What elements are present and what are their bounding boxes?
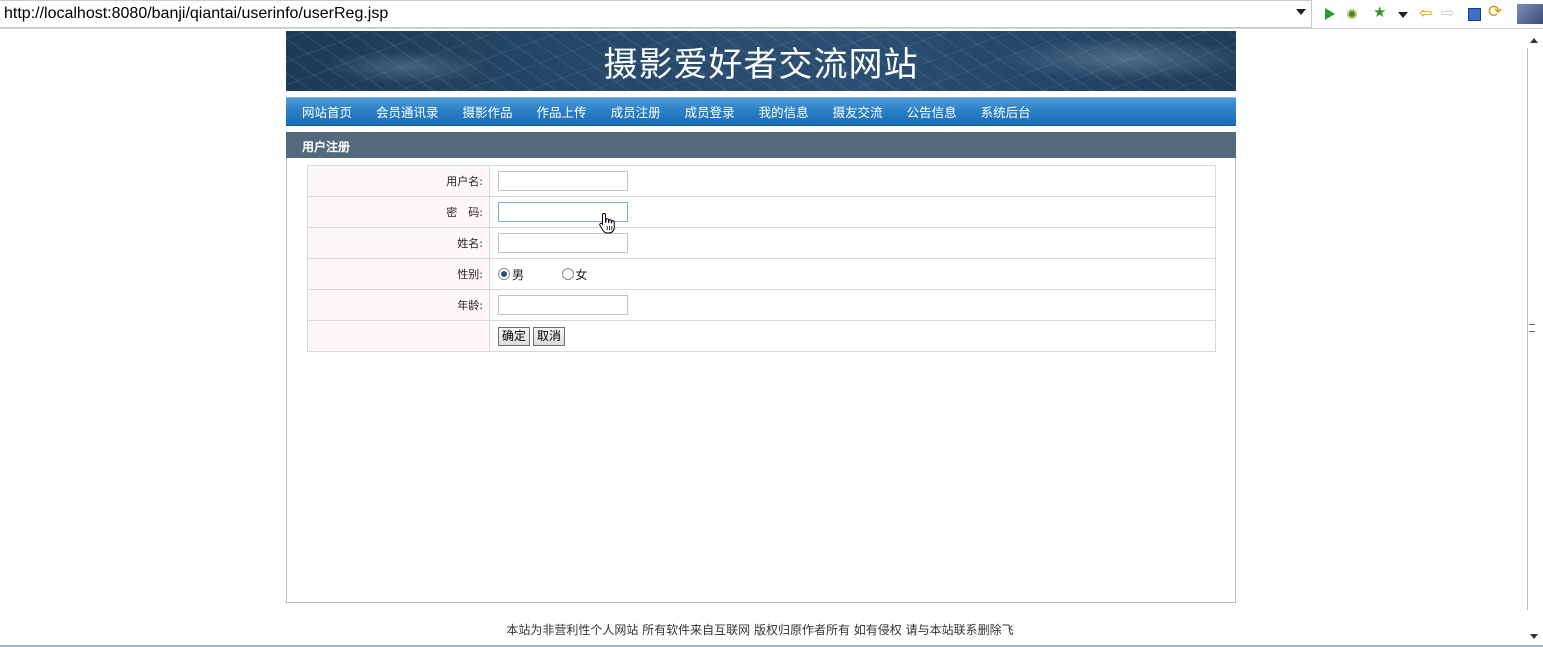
form-row-username: 用户名: (307, 165, 1216, 197)
gender-male-radio[interactable] (498, 268, 510, 280)
page-container: 摄影爱好者交流网站 网站首页 会员通讯录 摄影作品 作品上传 成员注册 成员登录… (286, 31, 1236, 603)
form-row-age: 年龄: (307, 289, 1216, 321)
form-row-gender: 性别: 男 女 (307, 258, 1216, 290)
debug-icon[interactable] (1344, 6, 1360, 22)
browser-toolbar: http://localhost:8080/banji/qiantai/user… (0, 0, 1543, 29)
age-input[interactable] (498, 295, 628, 315)
nav-admin[interactable]: 系统后台 (973, 102, 1031, 121)
gender-female-radio[interactable] (561, 268, 574, 280)
scrollbar-grip[interactable] (1529, 324, 1535, 332)
nav-member-register[interactable]: 成员注册 (603, 102, 661, 121)
register-panel: 用户注册 用户名: 密 码: 姓名: 性别: 男 女 年龄: 确定 取消 (286, 132, 1236, 603)
stop-icon[interactable] (1466, 6, 1482, 22)
nav-member-directory[interactable]: 会员通讯录 (368, 102, 439, 121)
nav-upload-work[interactable]: 作品上传 (529, 102, 587, 121)
run-icon[interactable] (1322, 6, 1338, 22)
age-label: 年龄: (307, 289, 490, 321)
perspective-icon[interactable] (1517, 4, 1543, 24)
submit-button[interactable]: 确定 (498, 326, 531, 346)
back-icon[interactable] (1419, 3, 1435, 22)
panel-title: 用户注册 (286, 132, 1236, 158)
scroll-down-icon[interactable] (1530, 634, 1538, 639)
gender-male-label[interactable]: 男 (512, 268, 524, 282)
username-input[interactable] (498, 171, 628, 191)
refresh-icon[interactable] (1488, 2, 1504, 22)
register-form: 用户名: 密 码: 姓名: 性别: 男 女 年龄: 确定 取消 (307, 165, 1216, 352)
realname-label: 姓名: (307, 227, 490, 259)
site-banner: 摄影爱好者交流网站 (286, 31, 1236, 91)
scroll-up-icon[interactable] (1530, 38, 1538, 43)
gender-female-label[interactable]: 女 (576, 268, 588, 282)
gender-label: 性别: (307, 258, 490, 290)
password-label: 密 码: (307, 196, 490, 228)
scrollbar-track[interactable] (1527, 48, 1528, 610)
form-row-realname: 姓名: (307, 227, 1216, 259)
external-tools-icon[interactable] (1373, 3, 1389, 22)
form-row-password: 密 码: (307, 196, 1216, 228)
nav-member-login[interactable]: 成员登录 (677, 102, 735, 121)
site-title: 摄影爱好者交流网站 (603, 45, 919, 85)
cancel-button[interactable]: 取消 (533, 326, 566, 346)
nav-photo-works[interactable]: 摄影作品 (455, 102, 513, 121)
address-bar[interactable]: http://localhost:8080/banji/qiantai/user… (0, 0, 1312, 28)
nav-my-info[interactable]: 我的信息 (751, 102, 809, 121)
username-label: 用户名: (307, 165, 490, 197)
forward-icon[interactable] (1441, 3, 1457, 22)
realname-input[interactable] (498, 233, 628, 253)
nav-announcements[interactable]: 公告信息 (899, 102, 957, 121)
nav-home[interactable]: 网站首页 (294, 102, 352, 121)
hand-cursor-icon (599, 212, 615, 234)
nav-forum[interactable]: 摄友交流 (825, 102, 883, 121)
form-row-actions: 确定 取消 (307, 320, 1216, 352)
address-dropdown-icon[interactable] (1296, 9, 1306, 15)
site-footer: 本站为非营利性个人网站 所有软件来自互联网 版权归原作者所有 如有侵权 请与本站… (506, 623, 1014, 637)
main-nav: 网站首页 会员通讯录 摄影作品 作品上传 成员注册 成员登录 我的信息 摄友交流… (286, 97, 1236, 126)
external-tools-dropdown-icon[interactable] (1395, 6, 1411, 22)
